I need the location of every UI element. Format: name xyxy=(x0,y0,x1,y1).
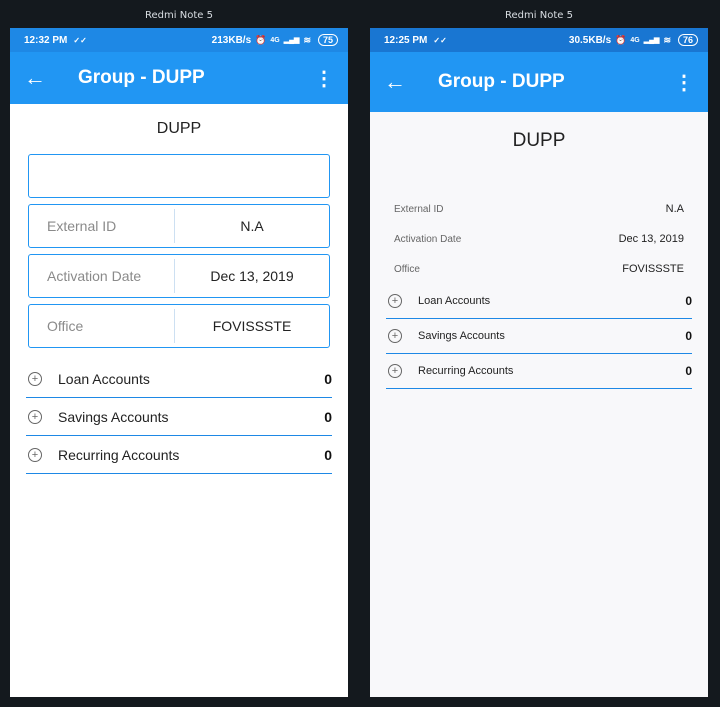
wifi-icon: ≋ xyxy=(303,34,311,45)
status-time: 12:25 PM xyxy=(384,34,428,46)
network-type-icon: 4G xyxy=(630,36,640,44)
account-label: Savings Accounts xyxy=(58,408,169,425)
account-label: Loan Accounts xyxy=(58,370,150,387)
account-count: 0 xyxy=(324,370,332,387)
account-label: Recurring Accounts xyxy=(418,365,514,377)
overflow-menu-icon[interactable]: ⋮ xyxy=(314,66,334,91)
double-check-icon: ✓✓ xyxy=(433,35,447,45)
wifi-icon: ≋ xyxy=(663,34,671,45)
detail-label: External ID xyxy=(394,203,444,215)
account-label: Savings Accounts xyxy=(418,330,505,342)
alarm-icon: ⏰ xyxy=(615,34,627,45)
group-details: External ID N.A Activation Date Dec 13, … xyxy=(370,194,708,284)
expand-plus-icon[interactable]: + xyxy=(388,364,402,378)
right-screenshot: Redmi Note 5 12:25 PM ✓✓ 30.5KB/s ⏰ 4G ▂… xyxy=(370,0,708,707)
field-value: Dec 13, 2019 xyxy=(210,268,294,284)
double-check-icon: ✓✓ xyxy=(73,35,87,45)
detail-label: Office xyxy=(394,263,420,275)
expand-plus-icon[interactable]: + xyxy=(28,447,42,462)
detail-label: Activation Date xyxy=(394,233,462,245)
recurring-accounts-row[interactable]: + Recurring Accounts 0 xyxy=(386,354,692,389)
signal-icon: ▂▄▆ xyxy=(283,37,300,44)
account-count: 0 xyxy=(685,329,692,343)
app-bar: ← Group - DUPP ⋮ xyxy=(10,52,348,104)
device-label: Redmi Note 5 xyxy=(145,10,213,21)
status-bar: 12:32 PM ✓✓ 213KB/s ⏰ 4G ▂▄▆ ≋ 75 xyxy=(10,28,348,52)
field-value: N.A xyxy=(240,218,264,234)
recurring-accounts-row[interactable]: + Recurring Accounts 0 xyxy=(26,436,332,474)
overflow-menu-icon[interactable]: ⋮ xyxy=(674,70,694,95)
network-type-icon: 4G xyxy=(270,36,280,44)
app-bar: ← Group - DUPP ⋮ xyxy=(370,52,708,112)
field-value: FOVISSSTE xyxy=(212,318,292,334)
status-bar: 12:25 PM ✓✓ 30.5KB/s ⏰ 4G ▂▄▆ ≋ 76 xyxy=(370,28,708,52)
field-label: Office xyxy=(29,309,175,343)
left-screenshot: Redmi Note 5 12:32 PM ✓✓ 213KB/s ⏰ 4G ▂▄… xyxy=(10,0,348,707)
phone-screen: 12:25 PM ✓✓ 30.5KB/s ⏰ 4G ▂▄▆ ≋ 76 ← Gro… xyxy=(370,28,708,697)
account-count: 0 xyxy=(685,294,692,308)
network-speed: 30.5KB/s xyxy=(568,34,612,46)
accounts-list: + Loan Accounts 0 + Savings Accounts 0 +… xyxy=(370,284,708,389)
account-label: Recurring Accounts xyxy=(58,446,180,463)
empty-field[interactable] xyxy=(28,154,330,198)
field-label: Activation Date xyxy=(29,259,175,293)
detail-value: Dec 13, 2019 xyxy=(618,233,684,245)
group-name: DUPP xyxy=(156,120,202,137)
expand-plus-icon[interactable]: + xyxy=(388,329,402,343)
detail-value: N.A xyxy=(665,203,684,215)
signal-icon: ▂▄▆ xyxy=(643,37,660,44)
expand-plus-icon[interactable]: + xyxy=(28,371,42,386)
external-id-row: External ID N.A xyxy=(394,194,684,224)
phone-screen: 12:32 PM ✓✓ 213KB/s ⏰ 4G ▂▄▆ ≋ 75 ← Grou… xyxy=(10,28,348,697)
account-count: 0 xyxy=(685,364,692,378)
loan-accounts-row[interactable]: + Loan Accounts 0 xyxy=(386,284,692,319)
group-name: DUPP xyxy=(512,130,566,151)
account-label: Loan Accounts xyxy=(418,295,491,307)
office-row: Office FOVISSSTE xyxy=(394,254,684,284)
savings-accounts-row[interactable]: + Savings Accounts 0 xyxy=(386,319,692,354)
alarm-icon: ⏰ xyxy=(255,34,267,45)
page-title: Group - DUPP xyxy=(78,67,205,88)
field-label: External ID xyxy=(29,209,175,243)
detail-value: FOVISSSTE xyxy=(622,263,684,275)
activation-date-row: Activation Date Dec 13, 2019 xyxy=(394,224,684,254)
loan-accounts-row[interactable]: + Loan Accounts 0 xyxy=(26,360,332,398)
account-count: 0 xyxy=(324,408,332,425)
page-title: Group - DUPP xyxy=(438,71,565,92)
back-arrow-icon[interactable]: ← xyxy=(24,65,46,91)
battery-icon: 75 xyxy=(317,34,338,46)
expand-plus-icon[interactable]: + xyxy=(28,409,42,424)
back-arrow-icon[interactable]: ← xyxy=(384,69,406,95)
battery-icon: 76 xyxy=(677,34,698,46)
device-label: Redmi Note 5 xyxy=(505,10,573,21)
status-time: 12:32 PM xyxy=(24,34,68,46)
external-id-field: External ID N.A xyxy=(28,204,330,248)
account-count: 0 xyxy=(324,446,332,463)
network-speed: 213KB/s xyxy=(211,34,252,46)
savings-accounts-row[interactable]: + Savings Accounts 0 xyxy=(26,398,332,436)
activation-date-field: Activation Date Dec 13, 2019 xyxy=(28,254,330,298)
expand-plus-icon[interactable]: + xyxy=(388,294,402,308)
office-field: Office FOVISSSTE xyxy=(28,304,330,348)
